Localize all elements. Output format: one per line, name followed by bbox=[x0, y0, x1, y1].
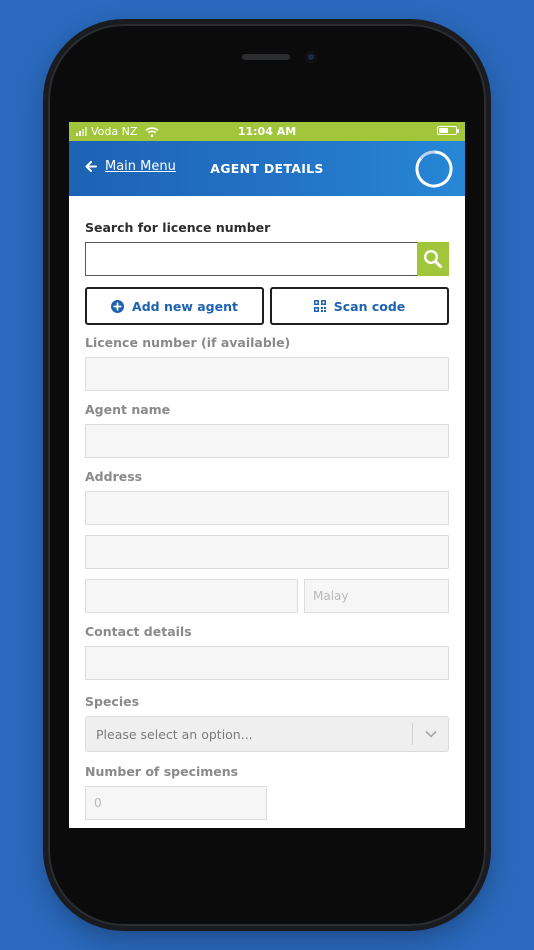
add-new-agent-label: Add new agent bbox=[132, 298, 238, 314]
battery-icon bbox=[437, 126, 459, 135]
species-select[interactable]: Please select an option... bbox=[85, 716, 449, 752]
chevron-down-icon bbox=[413, 730, 448, 738]
loading-spinner-icon bbox=[415, 150, 453, 188]
phone-camera bbox=[305, 51, 317, 63]
phone-power-button bbox=[486, 254, 490, 360]
status-bar: Voda NZ 11:04 AM bbox=[69, 122, 465, 141]
contact-details-field[interactable] bbox=[85, 646, 449, 680]
address-line-1-field[interactable] bbox=[85, 491, 449, 525]
app-screen: Voda NZ 11:04 AM Main Menu AGENT DETAILS… bbox=[69, 122, 465, 828]
search-row bbox=[85, 242, 449, 276]
scan-code-button[interactable]: Scan code bbox=[270, 287, 449, 325]
search-label: Search for licence number bbox=[85, 220, 271, 235]
licence-search-input[interactable] bbox=[85, 242, 417, 276]
address-city-field[interactable] bbox=[85, 579, 298, 613]
specimens-placeholder: 0 bbox=[94, 796, 102, 810]
address-line-2-field[interactable] bbox=[85, 535, 449, 569]
app-header: Main Menu AGENT DETAILS bbox=[69, 141, 465, 196]
specimens-count-field[interactable]: 0 bbox=[85, 786, 267, 820]
licence-number-label: Licence number (if available) bbox=[85, 335, 291, 350]
specimens-label: Number of specimens bbox=[85, 764, 239, 779]
phone-mute-switch bbox=[44, 168, 48, 200]
agent-name-label: Agent name bbox=[85, 402, 171, 417]
page-title: AGENT DETAILS bbox=[210, 161, 324, 176]
species-label: Species bbox=[85, 694, 140, 709]
scan-code-label: Scan code bbox=[333, 298, 406, 314]
species-selected-value: Please select an option... bbox=[96, 726, 253, 742]
status-time: 11:04 AM bbox=[237, 125, 297, 138]
address-country-placeholder: Malay bbox=[313, 589, 349, 603]
phone-speaker bbox=[242, 54, 290, 60]
address-row-3: Malay bbox=[85, 579, 449, 613]
phone-volume-down bbox=[44, 318, 48, 386]
address-country-field[interactable]: Malay bbox=[304, 579, 449, 613]
qr-code-icon bbox=[313, 300, 326, 312]
search-icon bbox=[423, 249, 442, 268]
action-buttons: Add new agent Scan code bbox=[85, 287, 449, 325]
licence-number-field[interactable] bbox=[85, 357, 449, 391]
contact-details-label: Contact details bbox=[85, 624, 192, 639]
agent-name-field[interactable] bbox=[85, 424, 449, 458]
plus-circle-icon bbox=[111, 299, 125, 313]
search-button[interactable] bbox=[417, 242, 449, 276]
address-label: Address bbox=[85, 469, 143, 484]
form-content: Search for licence number Add new agent bbox=[69, 196, 465, 820]
phone-volume-up bbox=[44, 232, 48, 300]
add-new-agent-button[interactable]: Add new agent bbox=[85, 287, 264, 325]
